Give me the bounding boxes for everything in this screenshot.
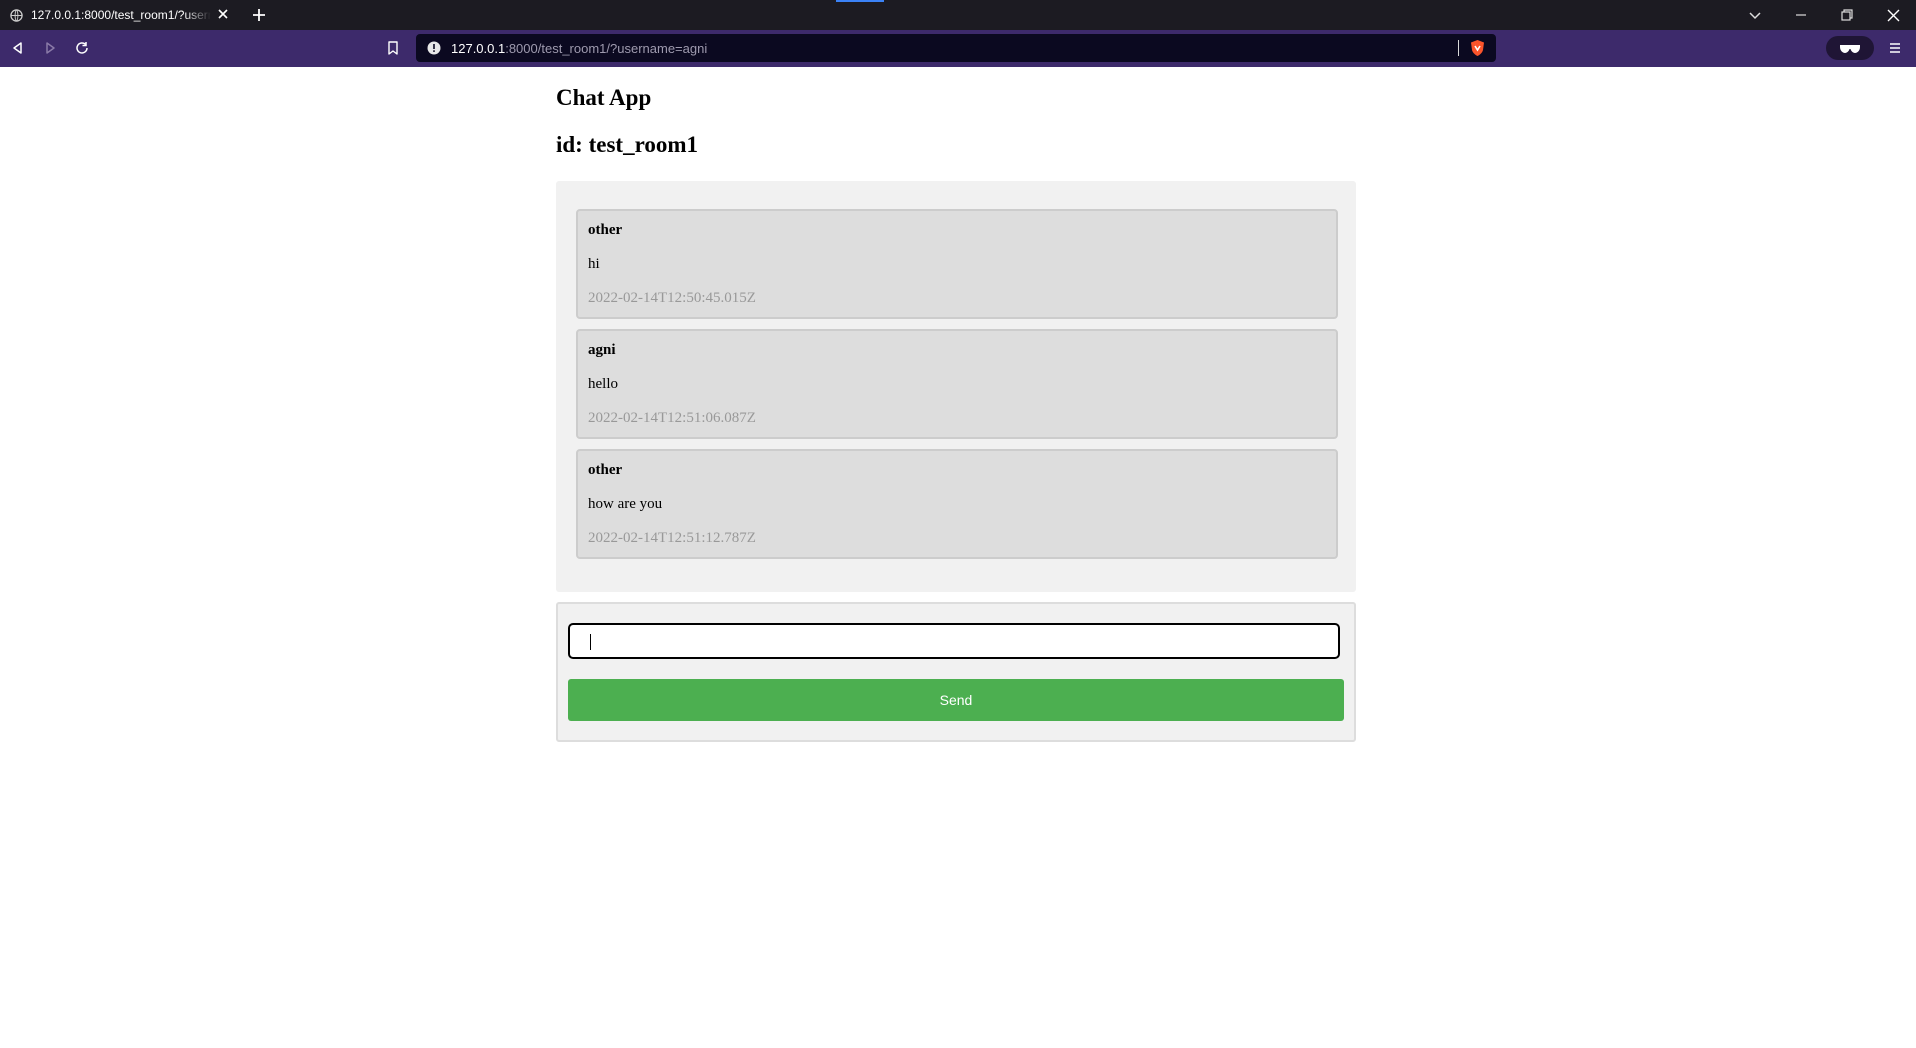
tab-title: 127.0.0.1:8000/test_room1/?username=agni: [31, 8, 211, 22]
close-window-button[interactable]: [1870, 0, 1916, 30]
close-icon: [1887, 9, 1899, 21]
back-arrow-icon: [13, 42, 22, 54]
message-item: other how are you 2022-02-14T12:51:12.78…: [576, 449, 1338, 559]
address-bar[interactable]: 127.0.0.1:8000/test_room1/?username=agni: [416, 34, 1496, 62]
restore-icon: [1841, 9, 1853, 21]
reload-button[interactable]: [73, 39, 91, 57]
message-timestamp: 2022-02-14T12:50:45.015Z: [588, 290, 756, 306]
send-button[interactable]: Send: [568, 679, 1344, 721]
message-author: agni: [588, 342, 616, 358]
site-info-icon[interactable]: [427, 41, 441, 55]
message-timestamp: 2022-02-14T12:51:06.087Z: [588, 410, 756, 426]
brave-shields-icon[interactable]: [1469, 39, 1486, 57]
restore-button[interactable]: [1824, 0, 1870, 30]
bookmark-button[interactable]: [384, 39, 402, 57]
close-tab-icon[interactable]: [216, 7, 230, 21]
url-text: 127.0.0.1:8000/test_room1/?username=agni: [451, 41, 707, 56]
message-text: hi: [588, 256, 600, 272]
minimize-button[interactable]: [1778, 0, 1824, 30]
url-path: :8000/test_room1/?username=agni: [505, 40, 708, 56]
browser-tabstrip: 127.0.0.1:8000/test_room1/?username=agni: [0, 0, 1916, 30]
message-item: agni hello 2022-02-14T12:51:06.087Z: [576, 329, 1338, 439]
back-button[interactable]: [9, 39, 27, 57]
message-author: other: [588, 462, 623, 478]
reload-icon: [76, 42, 88, 54]
hamburger-menu-icon: [1890, 43, 1900, 53]
url-divider: [1458, 40, 1459, 56]
message-timestamp: 2022-02-14T12:51:12.787Z: [588, 530, 756, 546]
glasses-icon: [1840, 45, 1860, 53]
page-title: Chat App: [556, 85, 652, 110]
globe-icon: [10, 8, 23, 22]
message-text: how are you: [588, 496, 663, 512]
tab-list-dropdown[interactable]: [1732, 0, 1778, 30]
forward-button[interactable]: [41, 39, 59, 57]
message-input[interactable]: [568, 623, 1340, 659]
message-composer: Send: [556, 602, 1356, 742]
reader-mode-button[interactable]: [1826, 36, 1874, 60]
minimize-icon: [1796, 14, 1806, 16]
browser-toolbar: 127.0.0.1:8000/test_room1/?username=agni: [0, 30, 1916, 67]
bookmark-icon: [388, 41, 398, 55]
message-text: hello: [588, 376, 618, 392]
message-list: other hi 2022-02-14T12:50:45.015Z agni h…: [556, 181, 1356, 592]
chevron-down-icon: [1749, 12, 1761, 20]
browser-tab[interactable]: 127.0.0.1:8000/test_room1/?username=agni: [0, 0, 240, 30]
tab-activity-indicator: [836, 0, 884, 2]
url-host: 127.0.0.1: [451, 40, 506, 56]
new-tab-icon[interactable]: [250, 6, 268, 24]
room-id-heading: id: test_room1: [556, 132, 699, 157]
message-author: other: [588, 222, 623, 238]
message-item: other hi 2022-02-14T12:50:45.015Z: [576, 209, 1338, 319]
menu-button[interactable]: [1886, 39, 1904, 57]
forward-arrow-icon: [46, 42, 55, 54]
text-caret: [590, 634, 591, 650]
